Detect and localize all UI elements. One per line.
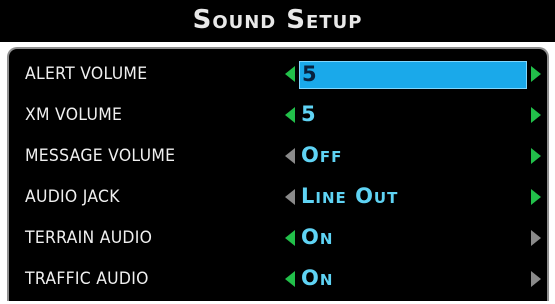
setting-label: TERRAIN AUDIO [25,228,153,248]
title-bar: Sound Setup [0,0,555,42]
sound-setup-screen: Sound Setup ALERT VOLUME 5 XM VOLUME 5 M… [0,0,555,304]
setting-label: AUDIO JACK [25,187,120,207]
increase-arrow-icon[interactable] [531,66,541,82]
increase-arrow-icon[interactable] [531,230,541,246]
setting-label: TRAFFIC AUDIO [25,269,149,289]
setting-label: MESSAGE VOLUME [25,146,176,166]
setting-value[interactable]: Line Out [301,183,398,209]
setting-value[interactable]: 5 [301,101,317,127]
setting-value[interactable]: On [301,224,333,250]
setting-value: 5 [302,62,318,86]
alert-volume-selector[interactable]: 5 [299,61,527,89]
setting-row-audio-jack[interactable]: AUDIO JACK Line Out [9,178,547,216]
setting-label: XM VOLUME [25,105,123,125]
decrease-arrow-icon[interactable] [285,66,295,82]
increase-arrow-icon[interactable] [531,148,541,164]
decrease-arrow-icon[interactable] [285,148,295,164]
setting-row-terrain-audio[interactable]: TERRAIN AUDIO On [9,219,547,257]
increase-arrow-icon[interactable] [531,189,541,205]
decrease-arrow-icon[interactable] [285,271,295,287]
page-title: Sound Setup [192,5,363,35]
settings-panel: ALERT VOLUME 5 XM VOLUME 5 MESSAGE VOLUM… [7,47,549,301]
setting-row-traffic-audio[interactable]: TRAFFIC AUDIO On [9,260,547,298]
increase-arrow-icon[interactable] [531,107,541,123]
setting-value[interactable]: Off [301,142,342,168]
setting-row-xm-volume[interactable]: XM VOLUME 5 [9,96,547,134]
setting-label: ALERT VOLUME [25,64,148,84]
setting-row-alert-volume[interactable]: ALERT VOLUME 5 [9,55,547,93]
decrease-arrow-icon[interactable] [285,107,295,123]
setting-row-message-volume[interactable]: MESSAGE VOLUME Off [9,137,547,175]
decrease-arrow-icon[interactable] [285,189,295,205]
setting-value[interactable]: On [301,265,333,291]
decrease-arrow-icon[interactable] [285,230,295,246]
increase-arrow-icon[interactable] [531,271,541,287]
